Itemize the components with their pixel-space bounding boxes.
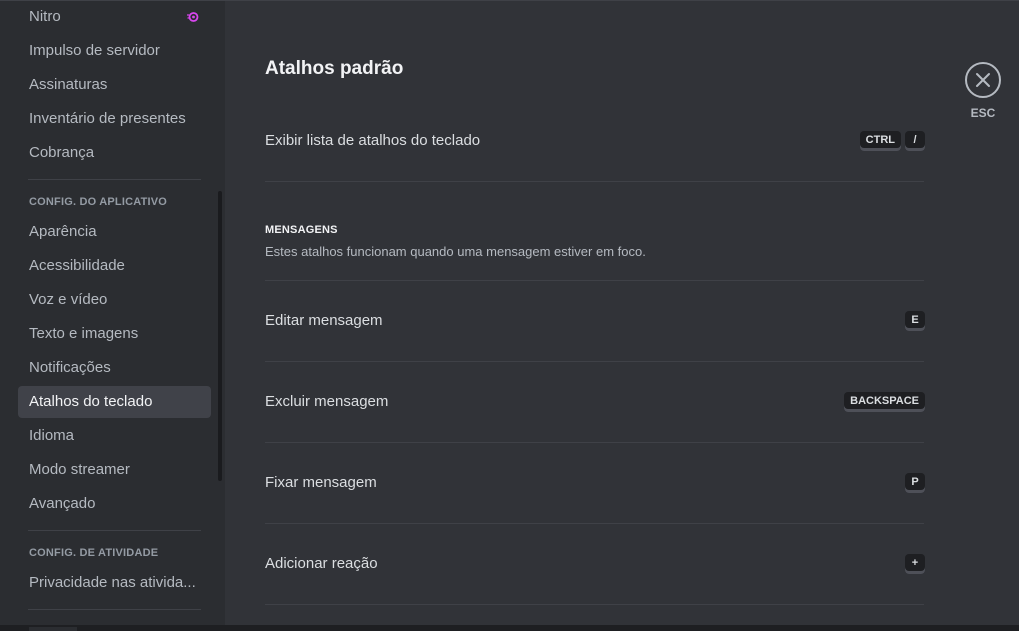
sidebar-item-label: Modo streamer	[29, 461, 130, 478]
shortcut-keys: E	[905, 311, 925, 331]
sidebar-item-label: Privacidade nas ativida...	[29, 574, 196, 591]
shortcut-label: Editar mensagem	[265, 312, 383, 329]
sidebar-item-label: Acessibilidade	[29, 257, 125, 274]
key-cap: +	[905, 554, 925, 574]
sidebar-divider	[28, 179, 201, 180]
close-button[interactable]	[965, 62, 1001, 98]
sidebar-item-label: Impulso de servidor	[29, 42, 160, 59]
sidebar-item-label: Voz e vídeo	[29, 291, 108, 308]
sidebar-item-label: Inventário de presentes	[29, 110, 186, 127]
row-divider	[265, 442, 924, 443]
shortcut-label: Adicionar reação	[265, 555, 378, 572]
sidebar-divider	[28, 609, 201, 610]
sidebar-item-language[interactable]: Idioma	[18, 420, 211, 452]
sidebar-header-activity-settings: CONFIG. DE ATIVIDADE	[29, 547, 159, 559]
sidebar-item-billing[interactable]: Cobrança	[18, 137, 211, 169]
sidebar-item-text-images[interactable]: Texto e imagens	[18, 318, 211, 350]
key-cap: BACKSPACE	[844, 392, 925, 412]
section-description: Estes atalhos funcionam quando uma mensa…	[265, 244, 646, 259]
sidebar-item-appearance[interactable]: Aparência	[18, 216, 211, 248]
page-title: Atalhos padrão	[265, 58, 404, 79]
section-title: MENSAGENS	[265, 224, 338, 236]
close-icon	[976, 73, 990, 87]
sidebar-item-keybinds[interactable]: Atalhos do teclado	[18, 386, 211, 418]
row-divider	[265, 280, 924, 281]
row-divider	[265, 604, 924, 605]
sidebar-item-accessibility[interactable]: Acessibilidade	[18, 250, 211, 282]
sidebar-item-label: Assinaturas	[29, 76, 108, 93]
esc-label: ESC	[970, 106, 996, 120]
key-cap: P	[905, 473, 925, 493]
sidebar-item-label: Nitro	[29, 8, 61, 25]
sidebar-item-label: Aparência	[29, 223, 97, 240]
shortcut-keys: BACKSPACE	[844, 392, 925, 412]
shortcut-label: Fixar mensagem	[265, 474, 377, 491]
sidebar-item-streamer-mode[interactable]: Modo streamer	[18, 454, 211, 486]
sidebar-item-gift-inventory[interactable]: Inventário de presentes	[18, 103, 211, 135]
key-cap: CTRL	[859, 131, 901, 151]
settings-window: Nitro Impulso de servidor Assinaturas In…	[0, 0, 1019, 631]
sidebar-divider	[28, 530, 201, 531]
row-divider	[265, 181, 924, 182]
sidebar-item-advanced[interactable]: Avançado	[18, 488, 211, 520]
shortcut-keys: P	[905, 473, 925, 493]
sidebar-item-label: Texto e imagens	[29, 325, 139, 342]
shortcut-label: Exibir lista de atalhos do teclado	[265, 132, 481, 149]
sidebar-item-label: Avançado	[29, 495, 96, 512]
key-cap: E	[905, 311, 925, 331]
key-cap: /	[905, 131, 925, 151]
sidebar-item-label: Idioma	[29, 427, 75, 444]
row-divider	[265, 523, 924, 524]
row-divider	[265, 361, 924, 362]
sidebar-item-nitro[interactable]: Nitro	[18, 1, 211, 33]
bottom-bar-segment	[29, 627, 77, 631]
shortcut-label: Excluir mensagem	[265, 393, 389, 410]
sidebar-item-label: Atalhos do teclado	[29, 393, 153, 410]
sidebar-header-app-settings: CONFIG. DO APLICATIVO	[29, 196, 168, 208]
sidebar-item-server-boost[interactable]: Impulso de servidor	[18, 35, 211, 67]
settings-sidebar: Nitro Impulso de servidor Assinaturas In…	[0, 1, 225, 625]
bottom-bar	[0, 625, 1019, 631]
sidebar-item-voice-video[interactable]: Voz e vídeo	[18, 284, 211, 316]
sidebar-item-activity-privacy[interactable]: Privacidade nas ativida...	[18, 567, 211, 599]
sidebar-item-label: Cobrança	[29, 144, 95, 161]
sidebar-scrollbar[interactable]	[218, 191, 222, 481]
nitro-icon	[187, 12, 199, 22]
keybinds-content: Atalhos padrão Exibir lista de atalhos d…	[265, 1, 925, 625]
sidebar-item-notifications[interactable]: Notificações	[18, 352, 211, 384]
shortcut-keys: CTRL /	[859, 131, 925, 151]
sidebar-item-subscriptions[interactable]: Assinaturas	[18, 69, 211, 101]
shortcut-keys: +	[905, 554, 925, 574]
sidebar-item-label: Notificações	[29, 359, 111, 376]
